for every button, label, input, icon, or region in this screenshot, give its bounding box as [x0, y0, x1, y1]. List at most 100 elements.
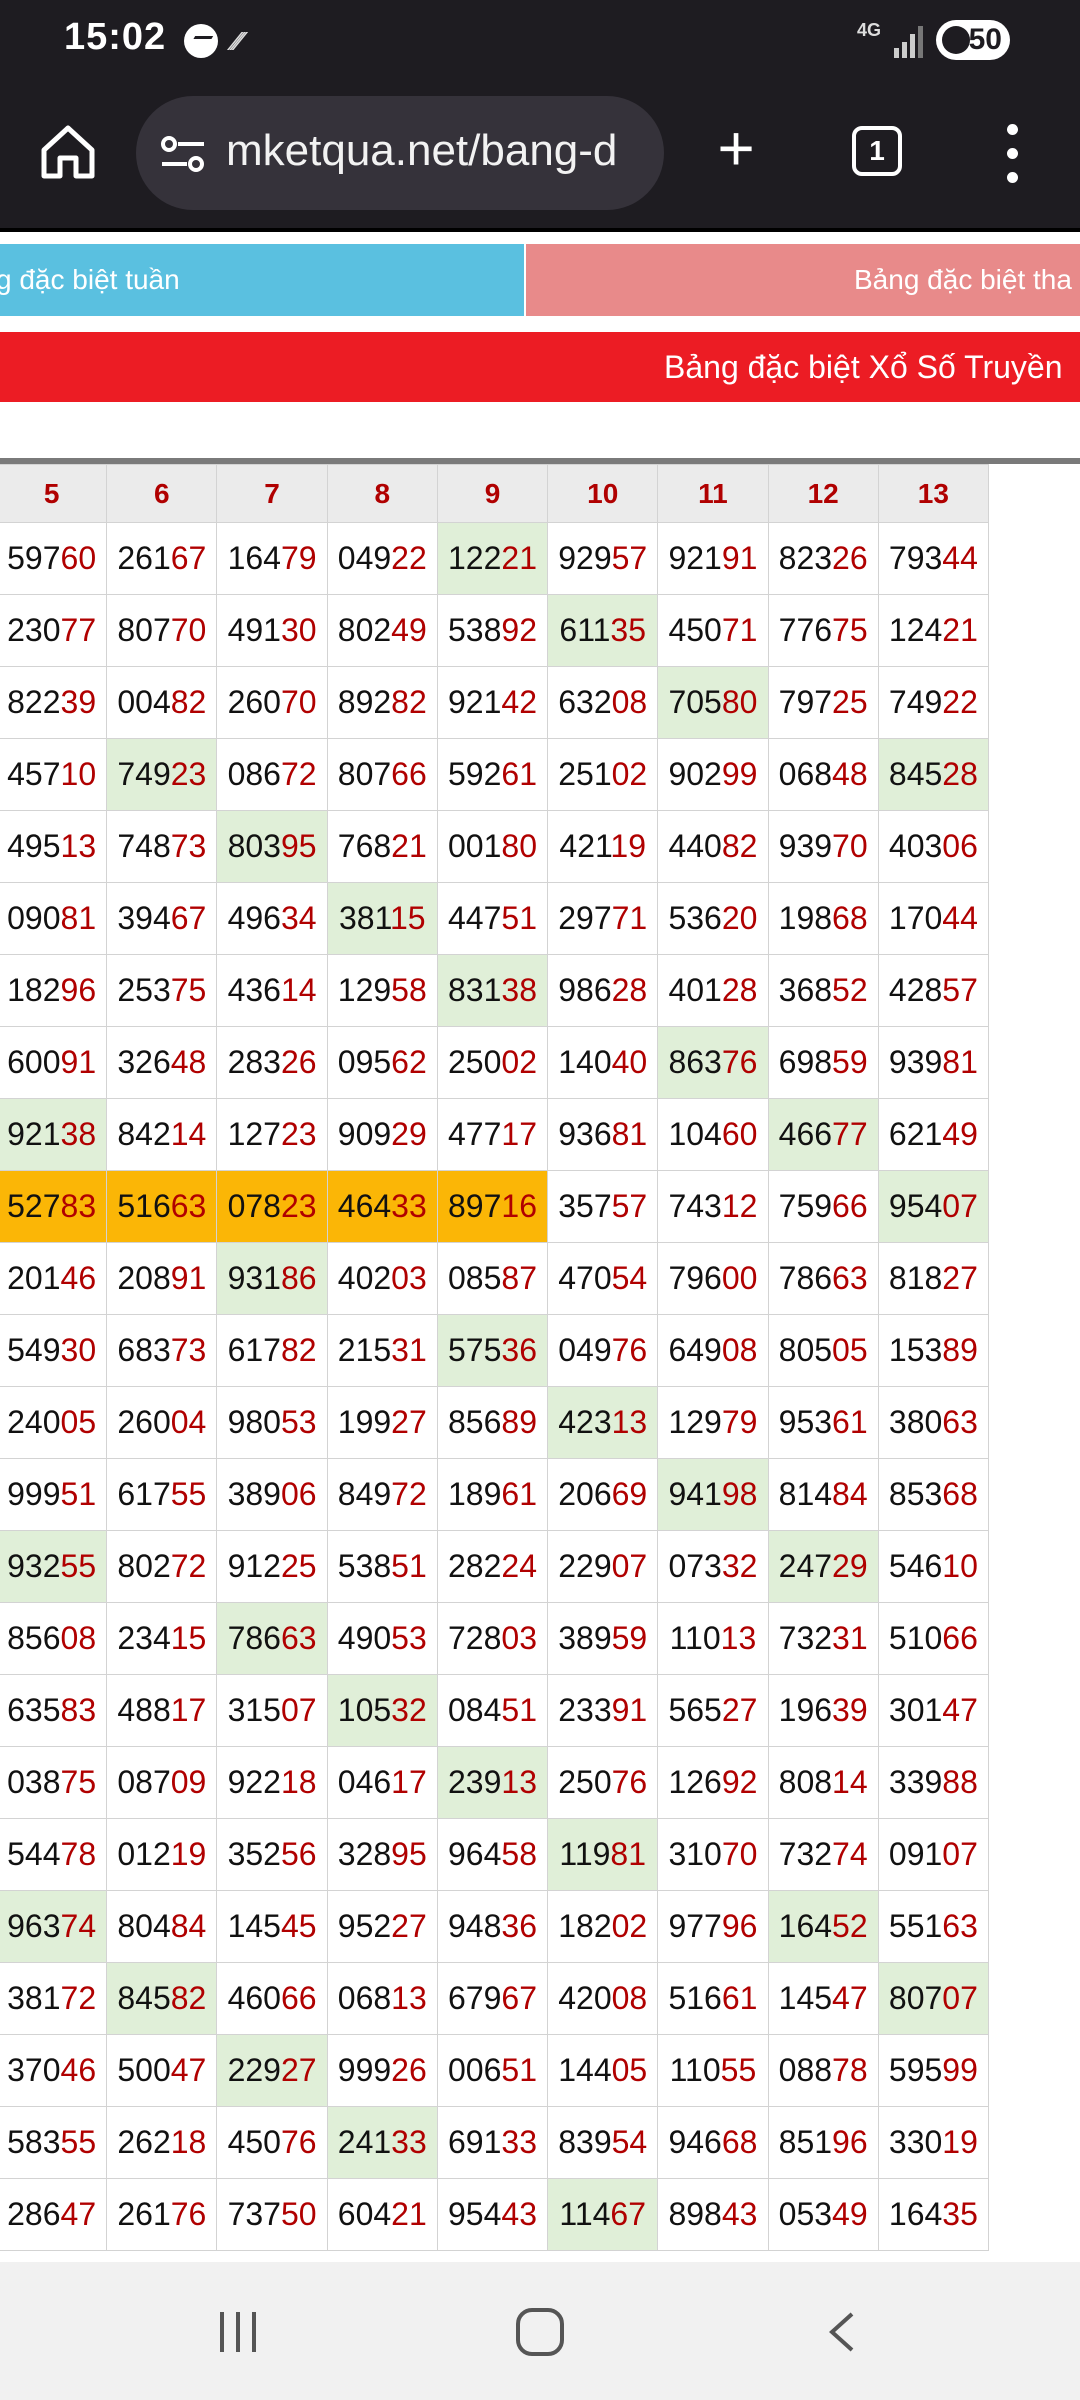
- result-cell: 60421: [326, 2178, 438, 2251]
- number-head: 201: [7, 1260, 61, 1296]
- number-head: 110: [669, 2052, 721, 2088]
- number-tail: 75: [832, 612, 868, 648]
- number-head: 921: [448, 684, 502, 720]
- monthly-special-button[interactable]: Bảng đặc biệt tha: [526, 244, 1080, 316]
- result-cell: 53851: [326, 1530, 438, 1603]
- number-tail: 55: [170, 1476, 207, 1512]
- number-tail: 91: [170, 1260, 207, 1296]
- number-head: 921: [668, 540, 722, 576]
- number-tail: 95: [391, 1836, 427, 1872]
- address-bar[interactable]: mketqua.net/bang-d: [136, 96, 664, 210]
- weekly-special-button[interactable]: g đặc biệt tuần: [0, 244, 524, 316]
- number-tail: 75: [60, 1764, 97, 1800]
- result-cell: 46066: [216, 1962, 328, 2035]
- number-head: 240: [7, 1404, 61, 1440]
- result-cell: 81827: [877, 1242, 990, 1315]
- new-tab-icon[interactable]: +: [706, 116, 766, 180]
- result-cell: 67967: [436, 1962, 549, 2035]
- home-icon[interactable]: [36, 120, 100, 184]
- number-head: 401: [668, 972, 722, 1008]
- number-head: 954: [888, 1188, 943, 1224]
- result-cell: 79600: [657, 1242, 769, 1315]
- number-tail: 47: [832, 1980, 868, 2016]
- number-tail: 89: [501, 1404, 537, 1440]
- number-head: 748: [117, 828, 171, 864]
- number-head: 490: [337, 1620, 392, 1656]
- number-tail: 66: [391, 756, 427, 792]
- number-tail: 66: [832, 1188, 868, 1224]
- result-cell: 59261: [436, 738, 549, 811]
- result-cell: 09081: [0, 882, 108, 955]
- result-cell: 32648: [106, 1026, 218, 1099]
- number-head: 691: [448, 2124, 502, 2160]
- number-head: 114: [559, 2196, 611, 2232]
- number-head: 909: [337, 1116, 392, 1152]
- number-head: 170: [888, 900, 943, 936]
- number-tail: 68: [721, 2124, 758, 2160]
- number-head: 565: [668, 1692, 722, 1728]
- more-menu-icon[interactable]: [1000, 124, 1024, 184]
- number-head: 802: [117, 1548, 171, 1584]
- home-nav-icon[interactable]: [516, 2308, 564, 2356]
- number-tail: 34: [280, 900, 317, 936]
- number-head: 822: [7, 684, 61, 720]
- signal-icon: [890, 24, 924, 58]
- number-head: 898: [668, 2196, 722, 2232]
- result-cell: 23913: [436, 1746, 549, 1819]
- results-table-container[interactable]: 5678910111213 55976026167164790492212221…: [0, 458, 1080, 2262]
- result-cell: 81484: [767, 1458, 879, 1531]
- number-tail: 63: [942, 1908, 978, 1944]
- number-head: 262: [117, 2124, 171, 2160]
- tab-switcher-icon[interactable]: 1: [852, 126, 902, 176]
- number-head: 357: [558, 1188, 612, 1224]
- result-cell: 06813: [326, 1962, 438, 2035]
- result-cell: 36852: [767, 954, 879, 1027]
- number-head: 592: [448, 756, 502, 792]
- result-cell: 99926: [326, 2034, 438, 2107]
- number-head: 851: [778, 2124, 833, 2160]
- table-row: 7182962537543614129588313898628401283685…: [0, 954, 990, 1027]
- number-head: 182: [558, 1908, 612, 1944]
- number-tail: 52: [832, 1908, 868, 1944]
- result-cell: 75966: [767, 1170, 879, 1243]
- number-head: 583: [7, 2124, 61, 2160]
- number-tail: 28: [611, 972, 648, 1008]
- number-head: 954: [448, 2196, 502, 2232]
- number-tail: 14: [832, 1764, 868, 1800]
- number-tail: 21: [501, 540, 537, 576]
- number-tail: 92: [721, 1764, 758, 1800]
- number-tail: 55: [60, 2124, 97, 2160]
- result-cell: 14040: [547, 1026, 659, 1099]
- result-cell: 93981: [877, 1026, 990, 1099]
- number-head: 402: [337, 1260, 392, 1296]
- number-tail: 36: [501, 1332, 537, 1368]
- number-tail: 79: [280, 540, 317, 576]
- result-cell: 45710: [0, 738, 108, 811]
- number-head: 683: [117, 1332, 171, 1368]
- number-head: 980: [227, 1404, 281, 1440]
- number-head: 119: [559, 1836, 611, 1872]
- number-tail: 31: [391, 1332, 427, 1368]
- number-tail: 33: [501, 2124, 537, 2160]
- result-cell: 49053: [326, 1602, 438, 1675]
- number-head: 199: [337, 1404, 392, 1440]
- number-head: 679: [448, 1980, 502, 2016]
- back-icon[interactable]: [826, 2312, 856, 2352]
- result-cell: 68373: [106, 1314, 218, 1387]
- site-settings-icon[interactable]: [160, 136, 206, 172]
- result-cell: 94668: [657, 2106, 769, 2179]
- number-head: 310: [668, 1836, 722, 1872]
- number-head: 863: [668, 1044, 722, 1080]
- number-tail: 17: [391, 1764, 427, 1800]
- result-cell: 49634: [216, 882, 328, 955]
- clock: 15:02: [64, 16, 167, 58]
- lottery-special-button[interactable]: Bảng đặc biệt Xổ Số Truyền: [0, 332, 1080, 402]
- result-cell: 07332: [657, 1530, 769, 1603]
- number-tail: 73: [170, 1332, 207, 1368]
- number-tail: 28: [942, 756, 978, 792]
- recent-apps-icon[interactable]: [216, 2312, 260, 2352]
- number-tail: 25: [832, 684, 868, 720]
- number-tail: 63: [832, 1260, 868, 1296]
- number-head: 804: [117, 1908, 171, 1944]
- result-cell: 08709: [106, 1746, 218, 1819]
